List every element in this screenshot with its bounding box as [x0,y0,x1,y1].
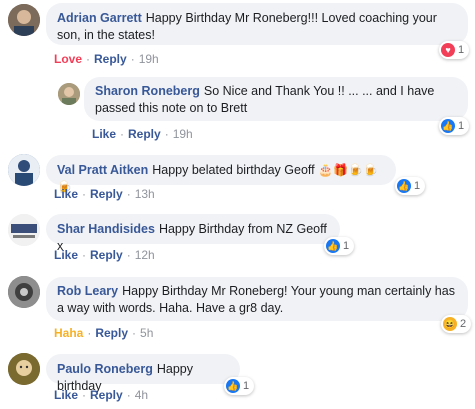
avatar-photo [8,276,40,308]
reply-button[interactable]: Reply [95,326,128,340]
reply-button[interactable]: Reply [90,388,123,402]
reaction-count-badge[interactable]: 👍 1 [439,117,470,135]
reply-button[interactable]: Reply [90,248,123,262]
commenter-name[interactable]: Paulo Roneberg [57,362,153,376]
thumbs-up-icon: 👍 [326,239,340,253]
commenter-name[interactable]: Shar Handisides [57,222,155,236]
comment-actions: Like · Reply · 13h [54,187,155,201]
comment-bubble: Adrian Garrett Happy Birthday Mr Roneberg… [46,3,468,45]
comment-bubble: Paulo Roneberg Happy birthday [46,354,240,393]
laughing-face-icon: 😆 [443,317,457,331]
birthday-cake-icon: 🎂 [318,163,334,177]
timestamp[interactable]: 13h [135,187,155,201]
commenter-name[interactable]: Sharon Roneberg [95,84,200,98]
comment-actions: Haha · Reply · 5h [54,326,154,340]
avatar[interactable] [8,4,40,36]
avatar-photo [8,154,40,186]
avatar-photo [8,214,40,246]
timestamp[interactable]: 19h [173,127,193,141]
avatar[interactable] [8,214,40,246]
commenter-name[interactable]: Rob Leary [57,284,118,298]
avatar[interactable] [8,276,40,308]
gift-icon: 🎁 [333,163,349,177]
comment-bubble: Sharon Roneberg So Nice and Thank You !! … [84,77,468,121]
commenter-name[interactable]: Val Pratt Aitken [57,163,148,177]
commenter-name[interactable]: Adrian Garrett [57,11,142,25]
like-button[interactable]: Like [54,388,78,402]
comment-actions: Like · Reply · 4h [54,388,149,402]
timestamp[interactable]: 5h [140,326,153,340]
reaction-count-badge[interactable]: ♥ 1 [439,41,470,59]
comment-actions: Love · Reply · 19h [54,52,159,66]
timestamp[interactable]: 4h [135,388,148,402]
comment-actions: Like · Reply · 19h [92,127,193,141]
reply-button[interactable]: Reply [90,187,123,201]
comment-bubble: Rob Leary Happy Birthday Mr Roneberg! You… [46,277,468,321]
comment-bubble: Val Pratt Aitken Happy belated birthday G… [46,155,396,194]
timestamp[interactable]: 19h [139,52,159,66]
avatar[interactable] [58,83,80,105]
haha-button[interactable]: Haha [54,326,83,340]
avatar-photo [8,353,40,385]
reaction-count-badge[interactable]: 👍 1 [395,177,426,195]
heart-icon: ♥ [441,43,455,57]
love-button[interactable]: Love [54,52,82,66]
comment-actions: Like · Reply · 12h [54,248,155,262]
avatar-photo [8,4,40,36]
reply-button[interactable]: Reply [128,127,161,141]
avatar[interactable] [8,154,40,186]
reaction-count-badge[interactable]: 👍 1 [224,377,255,395]
thumbs-up-icon: 👍 [441,119,455,133]
reply-button[interactable]: Reply [94,52,127,66]
reaction-count-badge[interactable]: 😆 2 [441,315,472,333]
like-button[interactable]: Like [92,127,116,141]
timestamp[interactable]: 12h [135,248,155,262]
avatar[interactable] [8,353,40,385]
like-button[interactable]: Like [54,248,78,262]
avatar-photo [58,83,80,105]
thumbs-up-icon: 👍 [226,379,240,393]
comment-text: Happy belated birthday Geoff [152,163,315,177]
beer-mug-icon: 🍺 [362,163,378,177]
like-button[interactable]: Like [54,187,78,201]
reaction-count-badge[interactable]: 👍 1 [324,237,355,255]
comment-bubble: Shar Handisides Happy Birthday from NZ Ge… [46,214,340,253]
thumbs-up-icon: 👍 [397,179,411,193]
beer-mug-icon: 🍺 [348,163,363,177]
